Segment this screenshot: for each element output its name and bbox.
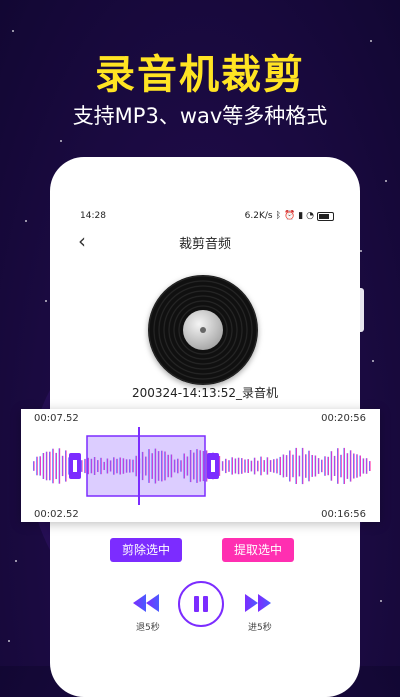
waveform-bar — [353, 453, 355, 479]
pause-icon[interactable] — [177, 580, 225, 628]
waveform-bar — [250, 460, 253, 472]
waveform-bar — [285, 455, 288, 477]
promo-headline: 录音机裁剪 — [95, 52, 305, 98]
promo-subline: 支持MP3、wav等多种格式 — [72, 104, 328, 128]
waveform-bar — [346, 453, 349, 479]
waveform-bar — [308, 450, 310, 482]
waveform-bar — [225, 458, 227, 474]
waveform-bar — [33, 461, 35, 471]
rewind-label: 退5秒 — [136, 623, 160, 633]
forward-label: 进5秒 — [248, 623, 272, 633]
status-time: 14:28 — [80, 211, 106, 221]
waveform-bar — [52, 448, 54, 484]
right-trim-grip — [211, 460, 215, 472]
waveform-bar — [234, 458, 237, 474]
waveform-bar — [343, 447, 345, 484]
vinyl-hole — [200, 327, 206, 333]
nav-bar: ‹ 裁剪音频 — [50, 227, 360, 255]
waveform-bar — [311, 455, 313, 477]
waveform-bar — [349, 450, 352, 482]
waveform-bar — [55, 452, 57, 480]
waveform-bar — [58, 448, 61, 484]
waveform-bar — [42, 453, 45, 479]
waveform-bar — [292, 454, 294, 478]
selection-actions: 剪除选中 提取选中 — [0, 538, 400, 562]
waveform-bar — [257, 460, 259, 472]
waveform-bar — [61, 455, 64, 477]
status-icons: 6.2K/s ᛒ ⏰ ▮ ◔ — [245, 211, 334, 221]
waveform-bar — [317, 458, 320, 474]
waveform-bar — [221, 461, 224, 471]
waveform-bar — [321, 459, 323, 473]
waveform-bar — [231, 457, 233, 475]
waveform-bar — [369, 461, 371, 471]
waveform-bar — [333, 455, 336, 476]
waveform-bar — [247, 459, 249, 473]
waveform-bar — [266, 457, 269, 475]
waveform-bar — [324, 456, 326, 476]
network-speed: 6.2K/s — [244, 211, 273, 221]
page-title: 裁剪音频 — [178, 237, 231, 252]
waveform-bar — [305, 454, 307, 478]
waveform-bar — [365, 458, 368, 474]
recording-filename: 200324-14:13:52_录音机 — [131, 386, 279, 400]
delete-selection-button[interactable]: 剪除选中 — [110, 538, 182, 562]
alarm-icon: ⏰ — [283, 211, 296, 221]
waveform-bar — [241, 458, 243, 474]
waveform-bar — [49, 451, 51, 481]
bluetooth-icon: ᛒ — [275, 211, 281, 221]
signal-icon: ▮ — [298, 211, 304, 221]
waveform-bar — [253, 457, 256, 475]
waveform-bar — [279, 456, 281, 476]
waveform-bar — [298, 455, 301, 477]
waveform-editor[interactable]: 00:07.52 00:20:56 00:02.52 00:16:56 — [21, 409, 380, 522]
vinyl-record-icon — [148, 275, 258, 385]
waveform-bar — [289, 450, 291, 482]
waveform-bar — [36, 456, 38, 476]
waveform-bar — [269, 460, 272, 472]
waveform-bar — [327, 456, 329, 476]
extract-selection-button[interactable]: 提取选中 — [222, 538, 294, 562]
waveform-bar — [356, 454, 358, 478]
waveform-bar — [337, 448, 339, 484]
waveform-bar — [39, 456, 41, 476]
waveform-bar — [340, 454, 342, 478]
waveform-bar — [228, 460, 230, 472]
battery-icon — [317, 211, 334, 221]
status-bar: 14:28 6.2K/s ᛒ ⏰ ▮ ◔ — [80, 211, 334, 225]
waveform-bar — [330, 451, 333, 481]
waveform-bar — [84, 458, 86, 474]
waveform-bar — [301, 447, 304, 485]
waveform-bar — [362, 458, 365, 474]
waveform-bar — [273, 459, 275, 473]
selection-region[interactable] — [86, 435, 206, 497]
waveform-bar — [81, 460, 83, 472]
playback-controls: 退5秒 进5秒 — [0, 578, 400, 648]
waveform-graphic — [33, 427, 371, 505]
waveform-bar — [282, 454, 285, 478]
waveform-bar — [314, 455, 317, 477]
waveform-bar — [295, 447, 297, 484]
wifi-icon: ◔ — [306, 211, 314, 221]
waveform-bar — [244, 459, 246, 473]
waveform-bar — [237, 457, 240, 475]
waveform-bar — [276, 458, 278, 474]
left-trim-grip — [73, 460, 77, 472]
waveform-bar — [65, 450, 67, 482]
waveform-bar — [263, 460, 265, 472]
waveform-bar — [45, 451, 48, 481]
rewind-icon[interactable] — [133, 594, 159, 612]
waveform-bar — [260, 456, 262, 476]
waveform-bar — [359, 455, 361, 477]
fast-forward-icon[interactable] — [245, 594, 271, 612]
